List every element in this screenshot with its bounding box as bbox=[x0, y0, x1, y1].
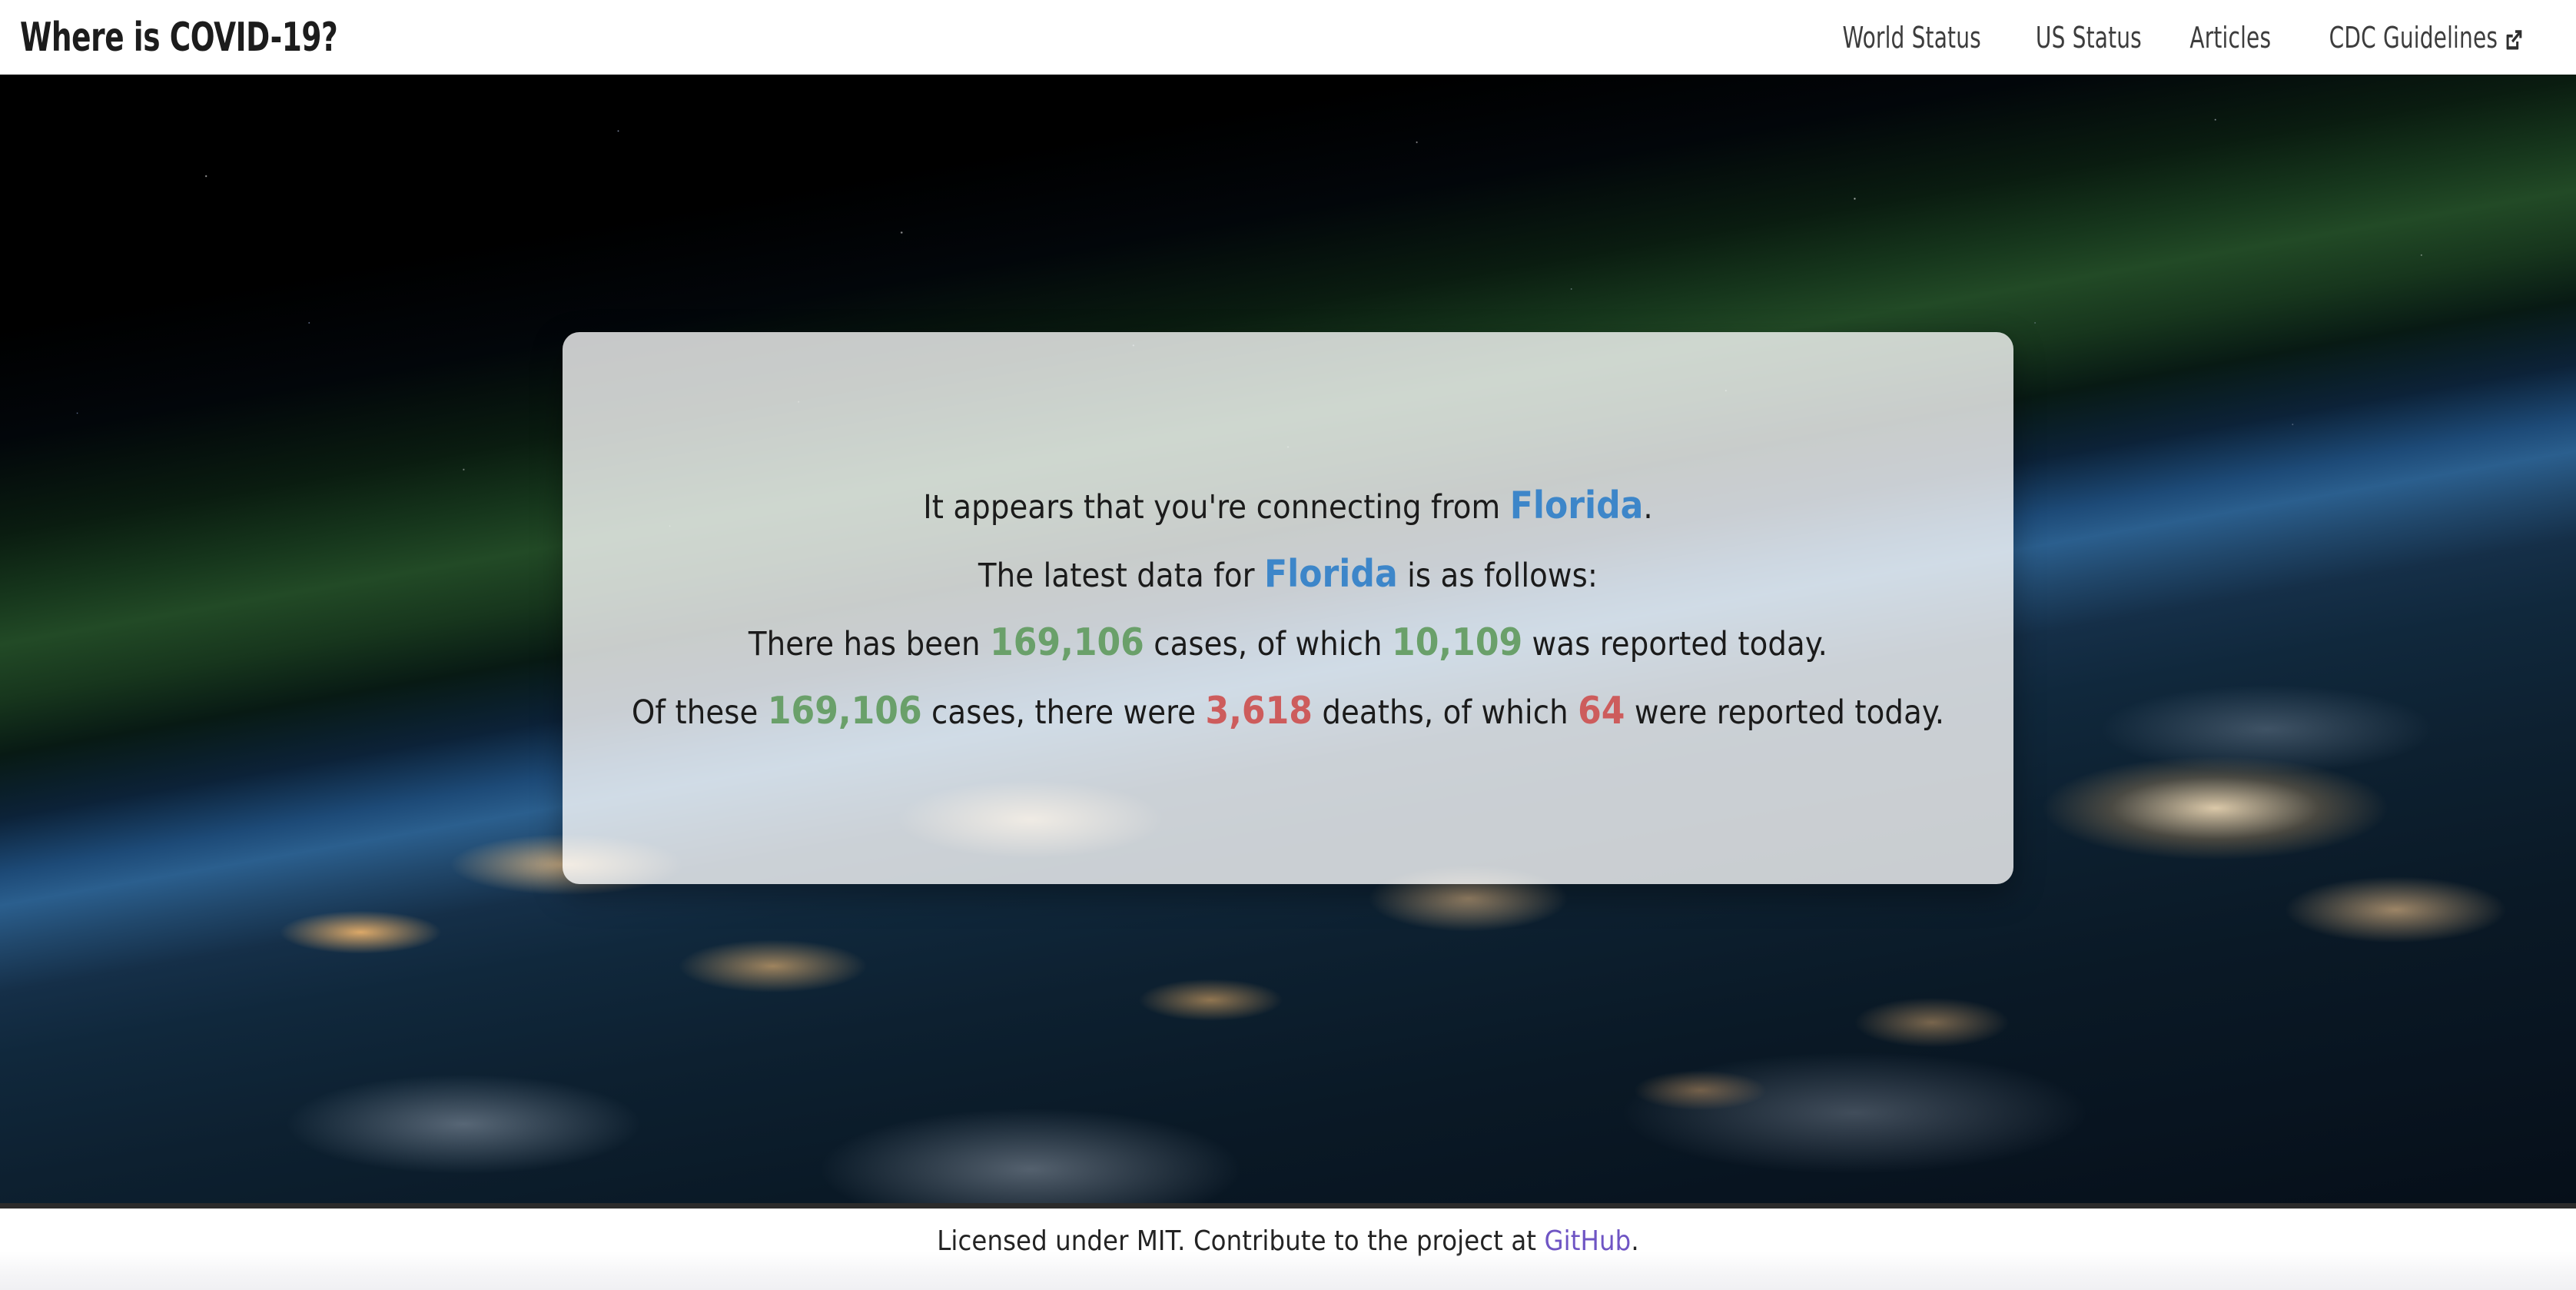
hero-section: It appears that you're connecting from F… bbox=[0, 75, 2576, 1209]
external-link-icon bbox=[2503, 27, 2525, 53]
brand-title[interactable]: Where is COVID-19? bbox=[20, 18, 338, 58]
line4-middle2: deaths, of which bbox=[1312, 693, 1578, 732]
line4-middle: cases, there were bbox=[921, 693, 1206, 732]
footer-suffix: . bbox=[1631, 1225, 1639, 1257]
nav-link-label: Articles bbox=[2189, 20, 2272, 55]
location-name: Florida bbox=[1509, 484, 1644, 527]
line1-suffix: . bbox=[1643, 488, 1653, 527]
card-line-location: It appears that you're connecting from F… bbox=[923, 487, 1653, 524]
covid-info-card: It appears that you're connecting from F… bbox=[563, 332, 2013, 884]
nav-links: World Status US Status Articles CDC Guid… bbox=[1802, 21, 2548, 55]
page-root: Where is COVID-19? World Status US Statu… bbox=[0, 0, 2576, 1290]
footer: Licensed under MIT. Contribute to the pr… bbox=[0, 1209, 2576, 1290]
total-cases-value: 169,106 bbox=[990, 620, 1144, 664]
nav-link-cdc-guidelines[interactable]: CDC Guidelines bbox=[2306, 21, 2524, 55]
line3-suffix: was reported today. bbox=[1522, 625, 1828, 663]
total-cases-value: 169,106 bbox=[767, 689, 922, 733]
new-deaths-value: 64 bbox=[1578, 689, 1625, 733]
footer-gradient bbox=[0, 1252, 2576, 1290]
line2-prefix: The latest data for bbox=[978, 557, 1265, 595]
nav-link-label: World Status bbox=[1842, 20, 1981, 55]
card-line-cases: There has been 169,106 cases, of which 1… bbox=[749, 623, 1827, 661]
card-line-deaths: Of these 169,106 cases, there were 3,618… bbox=[632, 692, 1944, 730]
nav-link-label: CDC Guidelines bbox=[2329, 20, 2498, 55]
new-cases-value: 10,109 bbox=[1392, 620, 1523, 664]
line1-prefix: It appears that you're connecting from bbox=[923, 488, 1510, 527]
nav-link-label: US Status bbox=[2035, 20, 2142, 55]
location-name: Florida bbox=[1264, 552, 1398, 596]
navbar: Where is COVID-19? World Status US Statu… bbox=[0, 0, 2576, 75]
total-deaths-value: 3,618 bbox=[1205, 689, 1313, 733]
nav-link-us-status[interactable]: US Status bbox=[2013, 21, 2142, 55]
line3-prefix: There has been bbox=[748, 625, 991, 663]
line4-suffix: were reported today. bbox=[1625, 693, 1945, 732]
line3-middle: cases, of which bbox=[1144, 625, 1393, 663]
card-line-latest-data: The latest data for Florida is as follow… bbox=[978, 555, 1598, 593]
line4-prefix: Of these bbox=[631, 693, 768, 732]
footer-text: Licensed under MIT. Contribute to the pr… bbox=[937, 1225, 1638, 1257]
nav-link-articles[interactable]: Articles bbox=[2167, 20, 2272, 55]
github-link[interactable]: GitHub bbox=[1544, 1225, 1631, 1257]
line2-suffix: is as follows: bbox=[1397, 557, 1598, 595]
nav-link-world-status[interactable]: World Status bbox=[1820, 21, 1981, 55]
footer-prefix: Licensed under MIT. Contribute to the pr… bbox=[937, 1225, 1545, 1257]
